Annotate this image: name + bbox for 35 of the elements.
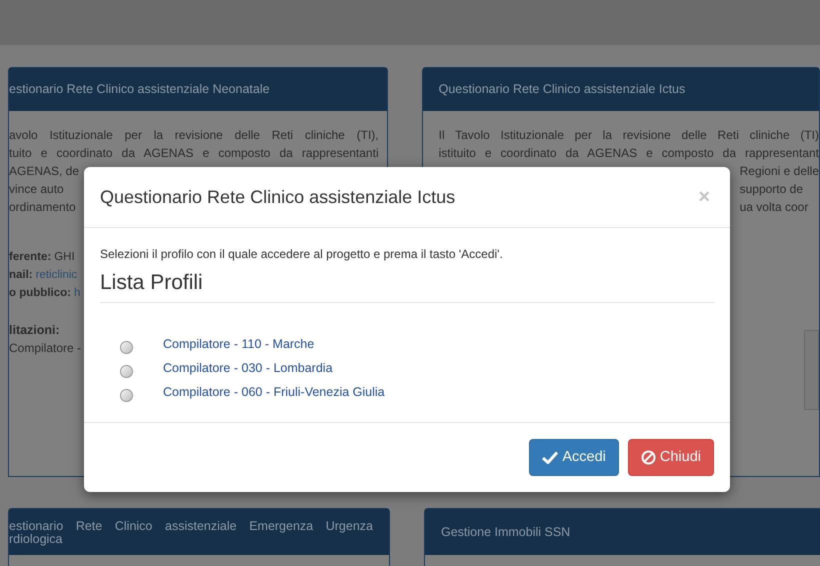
field-label: o pubblico: xyxy=(9,286,71,301)
profile-link[interactable]: Compilatore - 110 - Marche xyxy=(163,334,314,354)
checkmark-icon xyxy=(542,451,558,464)
radio-button[interactable] xyxy=(120,388,133,402)
paragraph-line: vince auto xyxy=(9,182,64,196)
field-label: ferente: xyxy=(9,250,52,265)
paragraph-line: AGENAS, de xyxy=(9,164,80,178)
paragraph-line: Il Tavolo Istituzionale per la revisione delle Reti cliniche (TI) xyxy=(438,127,819,144)
radio-button[interactable] xyxy=(120,364,133,378)
paragraph-line: Regioni e delle xyxy=(740,164,819,178)
card-title: estionario Rete Clinico assistenziale Emergenza Urgenza xyxy=(9,519,374,533)
paragraph-line: ua volta coor xyxy=(740,200,808,214)
chiudi-button[interactable]: Chiudi xyxy=(628,439,714,476)
profile-link[interactable]: Compilatore - 060 - Friuli-Venezia Giulia xyxy=(163,382,385,402)
list-item: Compilatore - xyxy=(9,341,82,355)
paragraph-line: istituito e coordinato da AGENAS e composto da rappresentant xyxy=(438,145,819,162)
section-label: litazioni: xyxy=(9,322,61,339)
modal-title: Questionario Rete Clinico assistenziale Ictus xyxy=(100,186,456,208)
accedi-button[interactable]: Accedi xyxy=(529,439,619,476)
card-title: rdiologica xyxy=(9,533,64,545)
profile-link[interactable]: Compilatore - 030 - Lombardia xyxy=(163,358,333,378)
paragraph-line: avolo Istituzionale per la revisione delle Reti cliniche (TI), xyxy=(9,127,379,144)
paragraph-line: supporto de xyxy=(740,182,803,196)
card-title: estionario Rete Clinico assistenziale Neonatale xyxy=(9,81,270,98)
prohibited-icon xyxy=(640,450,656,465)
card-title: Questionario Rete Clinico assistenziale Ictus xyxy=(438,81,686,98)
paragraph-line: tuito e coordinato da AGENAS e composto da rappresentanti xyxy=(9,145,379,162)
instructions-text: Selezioni il profilo con il quale accedere al progetto e prema il tasto 'Accedi'. xyxy=(100,246,504,263)
field-value: GHI xyxy=(54,250,75,265)
card-title: Gestione Immobili SSN xyxy=(441,525,572,539)
section-heading: Lista Profili xyxy=(100,267,714,302)
paragraph-line: ordinamento xyxy=(9,200,76,214)
field-label: nail: xyxy=(9,268,33,283)
scrollbar[interactable] xyxy=(804,330,819,410)
radio-button[interactable] xyxy=(120,340,133,354)
